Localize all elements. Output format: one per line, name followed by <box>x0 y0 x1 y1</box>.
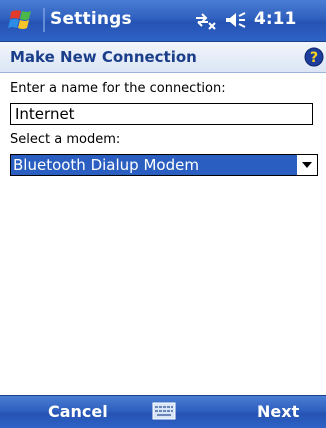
cancel-button[interactable]: Cancel <box>48 402 108 421</box>
app-title: Settings <box>50 9 132 29</box>
connection-name-label: Enter a name for the connection: <box>10 81 226 96</box>
keyboard-icon[interactable] <box>152 402 176 420</box>
modem-label: Select a modem: <box>10 132 121 147</box>
page-header: Make New Connection ? <box>0 42 326 73</box>
connectivity-icon[interactable] <box>192 10 218 30</box>
svg-text:?: ? <box>310 50 318 66</box>
volume-icon[interactable] <box>224 10 248 30</box>
title-separator <box>43 8 45 32</box>
next-button[interactable]: Next <box>257 402 299 421</box>
page-title: Make New Connection <box>10 48 197 66</box>
softkey-bar: Cancel Next <box>0 395 326 428</box>
chevron-down-icon[interactable] <box>297 155 317 175</box>
modem-selected-value[interactable]: Bluetooth Dialup Modem <box>11 155 297 175</box>
windows-start-icon[interactable] <box>8 6 42 34</box>
modem-select[interactable]: Bluetooth Dialup Modem <box>10 154 318 176</box>
connection-name-input[interactable]: Internet <box>10 103 313 125</box>
help-icon[interactable]: ? <box>304 47 324 67</box>
title-bar: Settings 4:11 <box>0 0 326 42</box>
clock[interactable]: 4:11 <box>254 9 296 29</box>
